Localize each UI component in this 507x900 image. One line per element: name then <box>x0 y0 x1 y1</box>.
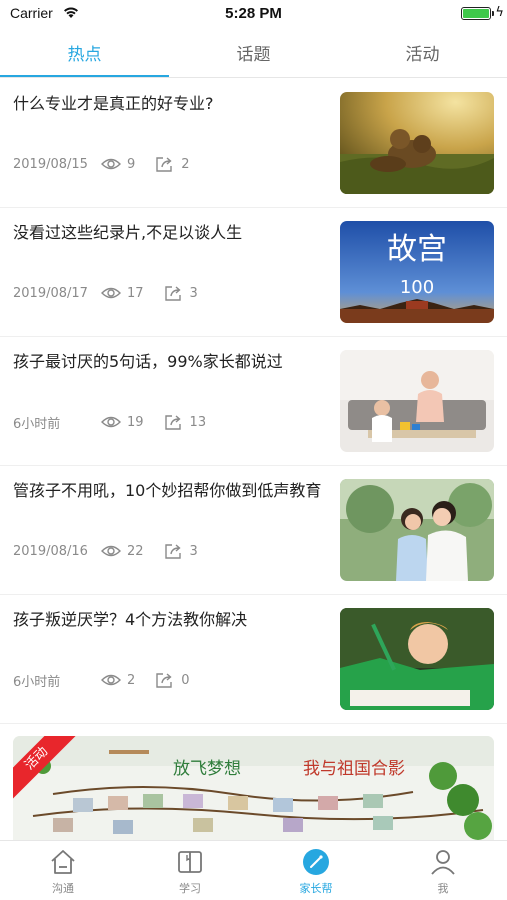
eye-icon <box>101 287 121 299</box>
article-date: 6小时前 <box>13 674 61 690</box>
compass-icon <box>303 849 329 875</box>
article-thumbnail-mother-child[interactable] <box>340 350 494 452</box>
share-icon[interactable] <box>164 285 184 301</box>
nav-item-parents-help[interactable]: 家长帮 <box>253 845 379 899</box>
share-count: 13 <box>189 414 207 430</box>
tab-events[interactable]: 活动 <box>338 40 507 65</box>
article-item[interactable]: 没看过这些纪录片,不足以谈人生 2019/08/17 17 3 故宫 100 <box>0 208 507 337</box>
share-icon[interactable] <box>164 543 184 559</box>
share-count: 0 <box>181 672 190 688</box>
nav-label: 家长帮 <box>299 882 333 895</box>
share-icon[interactable] <box>164 414 184 430</box>
tab-topics[interactable]: 话题 <box>169 40 338 65</box>
article-title[interactable]: 孩子叛逆厌学？4个方法教你解决 <box>13 609 323 631</box>
banner-slogan-right: 我与祖国合影 <box>303 759 405 779</box>
nav-label: 沟通 <box>52 882 74 895</box>
status-bar: Carrier 5:28 PM ϟ <box>0 0 507 28</box>
share-count: 3 <box>189 285 198 301</box>
article-meta: 6小时前 19 13 <box>13 413 226 432</box>
nav-item-study[interactable]: 学习 <box>127 845 253 899</box>
view-count: 19 <box>127 414 144 430</box>
battery-tip <box>492 11 494 16</box>
article-meta: 6小时前 2 0 <box>13 671 210 690</box>
article-thumbnail-forbidden-city[interactable]: 故宫 100 <box>340 221 494 323</box>
share-icon[interactable] <box>155 156 175 172</box>
tab-hot[interactable]: 热点 <box>0 40 169 65</box>
view-count: 22 <box>127 543 144 559</box>
nav-label: 学习 <box>179 882 201 895</box>
article-date: 2019/08/17 <box>13 285 88 301</box>
person-icon <box>431 850 455 875</box>
nav-item-me[interactable]: 我 <box>380 845 506 899</box>
eye-icon <box>101 674 121 686</box>
battery-icon <box>461 7 491 20</box>
view-count: 17 <box>127 285 144 301</box>
article-date: 2019/08/16 <box>13 543 88 559</box>
charging-icon: ϟ <box>495 5 504 20</box>
view-count: 9 <box>127 156 136 172</box>
bottom-tab-bar: 沟通 学习 家长帮 我 <box>0 840 507 900</box>
share-count: 3 <box>189 543 198 559</box>
nav-item-communicate[interactable]: 沟通 <box>0 845 126 899</box>
view-count: 2 <box>127 672 136 688</box>
article-thumbnail-mother-daughter[interactable] <box>340 479 494 581</box>
article-item[interactable]: 孩子最讨厌的5句话，99%家长都说过 6小时前 19 13 <box>0 337 507 466</box>
article-meta: 2019/08/17 17 3 <box>13 284 218 302</box>
status-time: 5:28 PM <box>225 5 282 22</box>
eye-icon <box>101 158 121 170</box>
article-item[interactable]: 孩子叛逆厌学？4个方法教你解决 6小时前 2 0 <box>0 595 507 724</box>
share-icon[interactable] <box>155 672 175 688</box>
app-screen: Carrier 5:28 PM ϟ 热点 话题 活动 什么专业才是真正的好专业?… <box>0 0 507 900</box>
article-item[interactable]: 管孩子不用吼，10个妙招帮你做到低声教育 2019/08/16 22 3 <box>0 466 507 595</box>
article-thumbnail-sleepy-boy[interactable] <box>340 608 494 710</box>
event-banner[interactable]: 放飞梦想 我与祖国合影 活动 <box>13 736 494 840</box>
nav-label: 我 <box>437 882 449 895</box>
article-item[interactable]: 什么专业才是真正的好专业? 2019/08/15 9 2 <box>0 79 507 208</box>
article-title[interactable]: 什么专业才是真正的好专业? <box>13 93 323 115</box>
home-icon <box>51 850 75 874</box>
share-count: 2 <box>181 156 190 172</box>
eye-icon <box>101 416 121 428</box>
poster-number: 100 <box>400 277 434 298</box>
article-title[interactable]: 孩子最讨厌的5句话，99%家长都说过 <box>13 351 323 373</box>
banner-photo-wall <box>13 736 494 840</box>
book-icon <box>178 851 202 873</box>
poster-title: 故宫 <box>387 232 447 267</box>
article-meta: 2019/08/16 22 3 <box>13 542 218 560</box>
article-date: 6小时前 <box>13 416 61 432</box>
article-thumbnail-lions[interactable] <box>340 92 494 194</box>
article-meta: 2019/08/15 9 2 <box>13 155 210 173</box>
article-title[interactable]: 管孩子不用吼，10个妙招帮你做到低声教育 <box>13 480 323 502</box>
article-date: 2019/08/15 <box>13 156 88 172</box>
top-tab-bar: 热点 话题 活动 <box>0 28 507 78</box>
banner-slogan-left: 放飞梦想 <box>173 759 241 779</box>
article-title[interactable]: 没看过这些纪录片,不足以谈人生 <box>13 222 323 244</box>
active-tab-indicator <box>0 75 169 77</box>
eye-icon <box>101 545 121 557</box>
